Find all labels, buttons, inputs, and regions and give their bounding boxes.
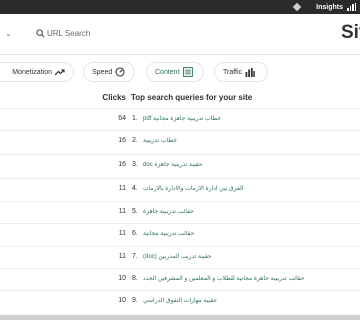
row-number: 5. bbox=[132, 208, 138, 215]
content-list-icon bbox=[182, 67, 193, 77]
query-link[interactable]: pdf خطاب تدريبية جاهزة مجانية bbox=[143, 115, 221, 122]
chevron-down-icon[interactable]: ⌄ bbox=[5, 29, 12, 38]
row-number: 3. bbox=[132, 161, 138, 168]
query-link[interactable]: حقائب تدريبية جاهزة bbox=[143, 208, 194, 215]
row-clicks: 11 bbox=[118, 253, 126, 260]
bar-chart-icon bbox=[245, 67, 255, 77]
row-number: 8. bbox=[132, 275, 138, 282]
bottom-scrollbar[interactable] bbox=[0, 315, 360, 320]
insights-label: Insights bbox=[316, 3, 343, 11]
row-clicks: 10 bbox=[118, 297, 126, 304]
queries-column-header: Top search queries for your site bbox=[131, 93, 253, 102]
row-number: 2. bbox=[132, 137, 138, 144]
diamond-icon bbox=[292, 2, 302, 12]
tab-content-label: Content bbox=[155, 68, 180, 76]
query-link[interactable]: حقيبة مهارات التفوق الدراسي bbox=[143, 297, 217, 304]
tab-monetization[interactable]: Monetization bbox=[0, 62, 74, 82]
table-row: 16 3. doc حقيبة تدريبية جاهزة bbox=[0, 154, 360, 175]
speedometer-icon bbox=[115, 67, 125, 77]
table-row: 11 5. حقائب تدريبية جاهزة bbox=[0, 201, 360, 222]
row-clicks: 11 bbox=[118, 208, 126, 215]
tab-speed[interactable]: Speed bbox=[83, 62, 135, 82]
metric-tabs: Monetization Speed Content Traffic bbox=[0, 62, 360, 84]
tab-speed-label: Speed bbox=[92, 68, 113, 76]
table-row: 11 6. حقائب تدريبية مجانية bbox=[0, 223, 360, 244]
table-row: 64 1. pdf خطاب تدريبية جاهزة مجانية bbox=[0, 108, 360, 129]
table-row: 11 7. (doc) حقيبة تدريب المدربين bbox=[0, 246, 360, 267]
site-header: ⌄ URL Search Sit bbox=[0, 14, 360, 55]
row-number: 7. bbox=[132, 253, 138, 260]
bar-chart-icon bbox=[347, 3, 356, 11]
table-row: 16 2. خطاب تدريبية bbox=[0, 130, 360, 151]
search-icon bbox=[36, 29, 45, 38]
row-clicks: 16 bbox=[118, 137, 126, 144]
tab-content[interactable]: Content bbox=[146, 62, 204, 82]
table-row: 10 9. حقيبة مهارات التفوق الدراسي bbox=[0, 290, 360, 311]
query-link[interactable]: خطاب تدريبية bbox=[143, 137, 177, 144]
table-row: 11 4. الفرق بين ادارة الازمات والادارة ب… bbox=[0, 178, 360, 199]
row-number: 9. bbox=[132, 297, 138, 304]
row-clicks: 64 bbox=[118, 115, 126, 122]
tab-monetization-label: Monetization bbox=[12, 68, 52, 76]
top-bar: Insights bbox=[0, 0, 360, 14]
tab-traffic-label: Traffic bbox=[223, 68, 243, 76]
tab-traffic[interactable]: Traffic bbox=[214, 62, 268, 82]
url-search-placeholder: URL Search bbox=[47, 29, 91, 38]
table-row: 10 8. حقائب تدريبية جاهزة مجانية للطلاب … bbox=[0, 268, 360, 289]
trending-up-icon bbox=[55, 68, 65, 75]
row-clicks: 11 bbox=[118, 185, 126, 192]
query-link[interactable]: حقائب تدريبية جاهزة مجانية للطلاب و المع… bbox=[143, 275, 305, 282]
query-link[interactable]: حقائب تدريبية مجانية bbox=[143, 230, 194, 237]
insights-button[interactable]: Insights bbox=[292, 1, 356, 13]
row-number: 1. bbox=[132, 115, 138, 122]
clicks-column-header: Clicks bbox=[102, 93, 126, 102]
row-number: 6. bbox=[132, 230, 138, 237]
query-link[interactable]: الفرق بين ادارة الازمات والادارة بالازما… bbox=[143, 185, 243, 192]
url-search[interactable]: URL Search bbox=[36, 29, 90, 38]
site-title: Sit bbox=[341, 22, 360, 43]
query-link[interactable]: doc حقيبة تدريبية جاهزة bbox=[143, 161, 203, 168]
row-number: 4. bbox=[132, 185, 138, 192]
row-clicks: 11 bbox=[118, 230, 126, 237]
query-link[interactable]: (doc) حقيبة تدريب المدربين bbox=[143, 253, 212, 260]
row-clicks: 16 bbox=[118, 161, 126, 168]
row-clicks: 10 bbox=[118, 275, 126, 282]
